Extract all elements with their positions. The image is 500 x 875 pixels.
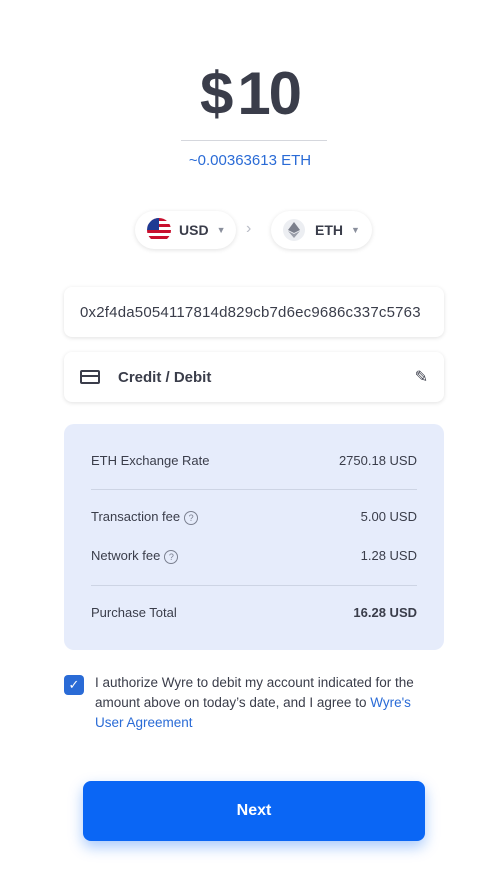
network-fee-value: 1.28 USD xyxy=(360,548,417,564)
credit-card-icon xyxy=(80,370,100,384)
exchange-rate-row: ETH Exchange Rate 2750.18 USD xyxy=(91,453,417,468)
payment-method-selector[interactable]: Credit / Debit ✎ xyxy=(64,352,444,402)
currency-symbol: $ xyxy=(199,60,233,127)
purchase-total-row: Purchase Total 16.28 USD xyxy=(91,605,417,620)
amount-underline xyxy=(181,140,327,141)
currency-to-select[interactable]: ETH ▼ xyxy=(271,211,372,249)
help-icon[interactable]: ? xyxy=(184,510,199,525)
next-button[interactable]: Next xyxy=(83,781,425,841)
us-flag-icon xyxy=(147,218,171,242)
payment-method-label: Credit / Debit xyxy=(118,368,212,386)
purchase-total-label: Purchase Total xyxy=(91,605,177,620)
eth-estimate: ~0.00363613 ETH xyxy=(188,152,312,169)
checkmark-icon: ✓ xyxy=(68,677,80,692)
currency-from-select[interactable]: USD ▼ xyxy=(135,211,236,249)
consent-checkbox[interactable]: ✓ xyxy=(64,675,84,695)
exchange-rate-value: 2750.18 USD xyxy=(338,453,417,468)
amount-display[interactable]: $10 xyxy=(0,58,500,130)
transaction-fee-value: 5.00 USD xyxy=(360,509,417,525)
ethereum-icon xyxy=(283,219,305,241)
wallet-address-field[interactable]: 0x2f4da5054117814d829cb7d6ec9686c337c576… xyxy=(64,287,444,337)
chevron-right-icon: › xyxy=(246,220,252,237)
network-fee-label: Network fee xyxy=(91,548,161,563)
summary-divider xyxy=(91,489,417,490)
purchase-total-value: 16.28 USD xyxy=(353,605,417,620)
transaction-fee-row: Transaction fee? 5.00 USD xyxy=(91,509,417,525)
pencil-icon[interactable]: ✎ xyxy=(415,367,428,387)
chevron-down-icon: ▼ xyxy=(351,225,360,235)
transaction-fee-label: Transaction fee xyxy=(91,509,181,524)
summary-divider xyxy=(91,585,417,586)
exchange-rate-label: ETH Exchange Rate xyxy=(91,453,210,468)
help-icon[interactable]: ? xyxy=(164,549,179,564)
consent-text: I authorize Wyre to debit my account ind… xyxy=(95,673,434,733)
network-fee-row: Network fee? 1.28 USD xyxy=(91,548,417,564)
currency-to-code: ETH xyxy=(315,222,343,238)
authorization-consent: ✓ I authorize Wyre to debit my account i… xyxy=(64,673,434,733)
consent-statement: I authorize Wyre to debit my account ind… xyxy=(95,675,414,710)
chevron-down-icon: ▼ xyxy=(216,225,226,235)
amount-value[interactable]: 10 xyxy=(237,60,302,127)
currency-from-code: USD xyxy=(179,222,209,238)
wallet-address-value: 0x2f4da5054117814d829cb7d6ec9686c337c576… xyxy=(80,303,421,321)
order-summary: ETH Exchange Rate 2750.18 USD Transactio… xyxy=(64,424,444,650)
